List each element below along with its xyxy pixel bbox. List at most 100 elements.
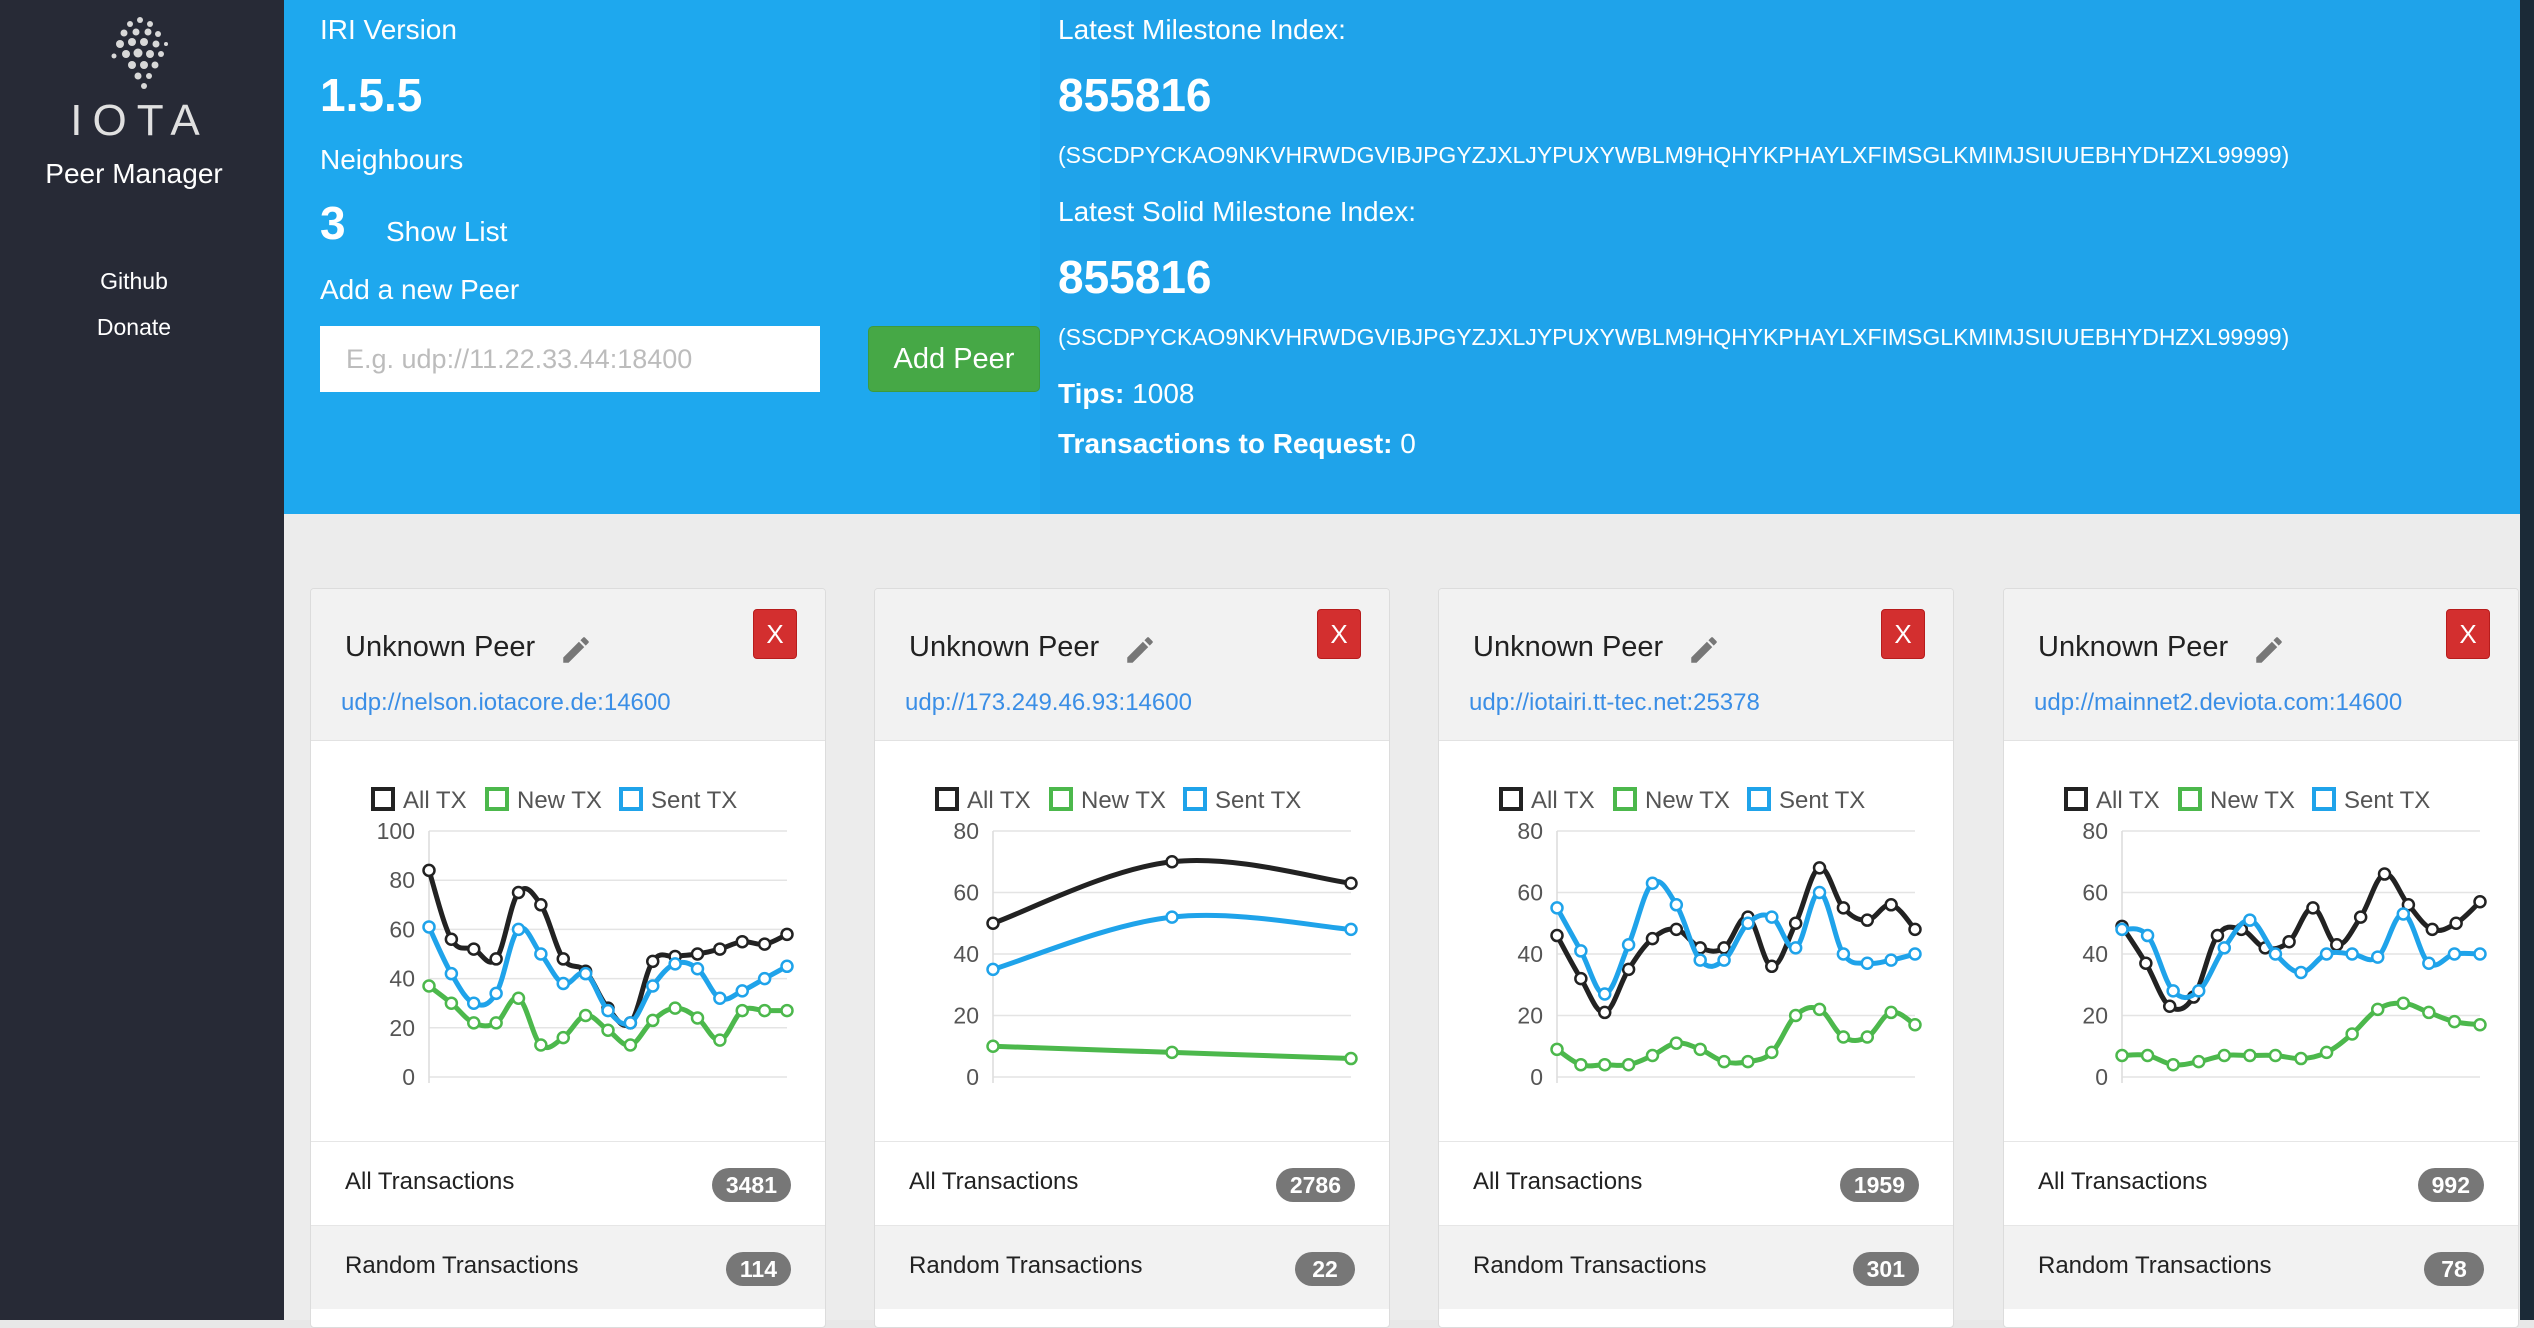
iota-logo: IOTA <box>40 8 240 148</box>
data-point <box>1645 1048 1660 1063</box>
pencil-icon[interactable] <box>2252 633 2286 667</box>
peer-traffic-chart: All TX New TX Sent TX 0 20 40 60 80 <box>1499 787 1922 1090</box>
y-tick-label: 40 <box>2082 941 2108 967</box>
peer-traffic-chart: All TX New TX Sent TX 0 20 40 60 80 <box>935 787 1358 1090</box>
data-point <box>1574 971 1588 986</box>
data-point <box>578 966 593 981</box>
data-point <box>1812 861 1827 875</box>
all-transactions-row: All Transactions 2786 <box>875 1141 1389 1225</box>
data-point <box>2319 947 2334 961</box>
add-peer-input[interactable] <box>320 326 820 392</box>
data-point <box>1550 1042 1564 1057</box>
y-tick-label: 20 <box>953 1003 979 1029</box>
data-point <box>1765 959 1779 974</box>
data-point <box>1908 922 1922 937</box>
all-transactions-label: All Transactions <box>2038 1168 2208 1195</box>
y-tick-label: 80 <box>1517 818 1543 844</box>
window-edge <box>2520 0 2534 1320</box>
legend-swatch <box>1499 787 1523 811</box>
random-transactions-row: Random Transactions 78 <box>2004 1225 2518 1309</box>
data-point <box>1669 922 1684 937</box>
data-point <box>735 984 749 998</box>
data-point <box>2210 928 2225 943</box>
data-point <box>467 1016 481 1030</box>
pencil-icon[interactable] <box>1687 633 1721 667</box>
peer-url[interactable]: udp://mainnet2.deviota.com:14600 <box>2034 689 2402 717</box>
data-point <box>1669 1036 1684 1050</box>
legend-label: New TX <box>517 787 602 814</box>
legend-swatch <box>619 787 643 811</box>
latest-milestone-hash: (SSCDPYCKAO9NKVHRWDGVIBJPGYZJXLJYPUXYWBL… <box>1058 142 2290 168</box>
data-point <box>2396 907 2411 921</box>
data-point <box>2140 1048 2155 1063</box>
data-point <box>556 952 570 966</box>
data-point <box>1597 1057 1612 1072</box>
data-point <box>1836 1030 1851 1044</box>
random-transactions-badge: 114 <box>725 1252 791 1286</box>
peer-card: Unknown Peer udp://nelson.iotacore.de:14… <box>310 588 826 1328</box>
remove-peer-button[interactable]: X <box>1317 609 1361 659</box>
legend-swatch <box>2064 787 2088 811</box>
data-point <box>511 991 526 1006</box>
all-transactions-badge: 3481 <box>711 1168 791 1202</box>
donate-link[interactable]: Donate <box>0 314 268 341</box>
data-point <box>1812 885 1827 900</box>
data-point <box>1836 901 1851 915</box>
data-point <box>2353 910 2368 924</box>
data-point <box>2473 947 2487 961</box>
data-point <box>489 952 503 966</box>
latest-milestone-value: 855816 <box>1058 69 1212 121</box>
random-transactions-row: Random Transactions 114 <box>311 1225 825 1309</box>
y-tick-label: 60 <box>1517 880 1543 906</box>
data-point <box>2243 1048 2257 1063</box>
github-link[interactable]: Github <box>0 268 268 295</box>
y-tick-label: 40 <box>1517 941 1543 967</box>
neighbours-label: Neighbours <box>320 144 464 175</box>
data-point <box>534 1038 548 1052</box>
data-point <box>489 986 503 1001</box>
data-point <box>1908 1017 1922 1032</box>
data-point <box>2370 1002 2385 1017</box>
remove-peer-button[interactable]: X <box>2446 609 2490 659</box>
milestone-panel: Latest Milestone Index: 855816 (SSCDPYCK… <box>1040 0 2520 514</box>
data-point <box>2217 1048 2232 1063</box>
all-transactions-row: All Transactions 1959 <box>1439 1141 1953 1225</box>
data-point <box>780 959 794 974</box>
data-point <box>713 991 727 1006</box>
y-tick-label: 0 <box>966 1064 979 1090</box>
pencil-icon[interactable] <box>1123 633 1157 667</box>
random-transactions-row: Random Transactions 301 <box>1439 1225 1953 1309</box>
data-point <box>1693 953 1707 967</box>
data-point <box>2330 938 2344 952</box>
data-point <box>2139 956 2153 970</box>
y-tick-label: 20 <box>389 1015 415 1041</box>
y-tick-label: 40 <box>953 941 979 967</box>
show-list-link[interactable]: Show List <box>386 216 507 248</box>
peer-card-header: Unknown Peer udp://nelson.iotacore.de:14… <box>311 589 825 741</box>
peer-traffic-chart: All TX New TX Sent TX 0 20 40 60 80 100 <box>371 787 794 1090</box>
data-point <box>1574 944 1588 958</box>
data-point <box>467 996 481 1010</box>
data-point <box>2166 984 2180 998</box>
data-point <box>1788 941 1803 955</box>
data-point <box>690 947 705 961</box>
peer-name: Unknown Peer <box>1473 631 1664 663</box>
y-tick-label: 20 <box>2082 1003 2108 1029</box>
remove-peer-button[interactable]: X <box>753 609 797 659</box>
logo-text: IOTA <box>70 96 210 145</box>
add-peer-button[interactable]: Add Peer <box>868 326 1040 392</box>
legend-swatch <box>2312 787 2336 811</box>
data-point <box>1597 987 1612 1001</box>
peer-url[interactable]: udp://iotairi.tt-tec.net:25378 <box>1469 689 1760 717</box>
pencil-icon[interactable] <box>559 633 593 667</box>
data-point <box>1741 1054 1755 1069</box>
remove-peer-button[interactable]: X <box>1881 609 1925 659</box>
data-point <box>578 1008 593 1023</box>
data-point <box>780 1003 794 1018</box>
data-point <box>2345 1027 2359 1041</box>
data-point <box>646 954 660 969</box>
peer-url[interactable]: udp://nelson.iotacore.de:14600 <box>341 689 671 717</box>
data-point <box>1621 1057 1636 1072</box>
legend-label: Sent TX <box>651 787 737 814</box>
peer-url[interactable]: udp://173.249.46.93:14600 <box>905 689 1192 717</box>
